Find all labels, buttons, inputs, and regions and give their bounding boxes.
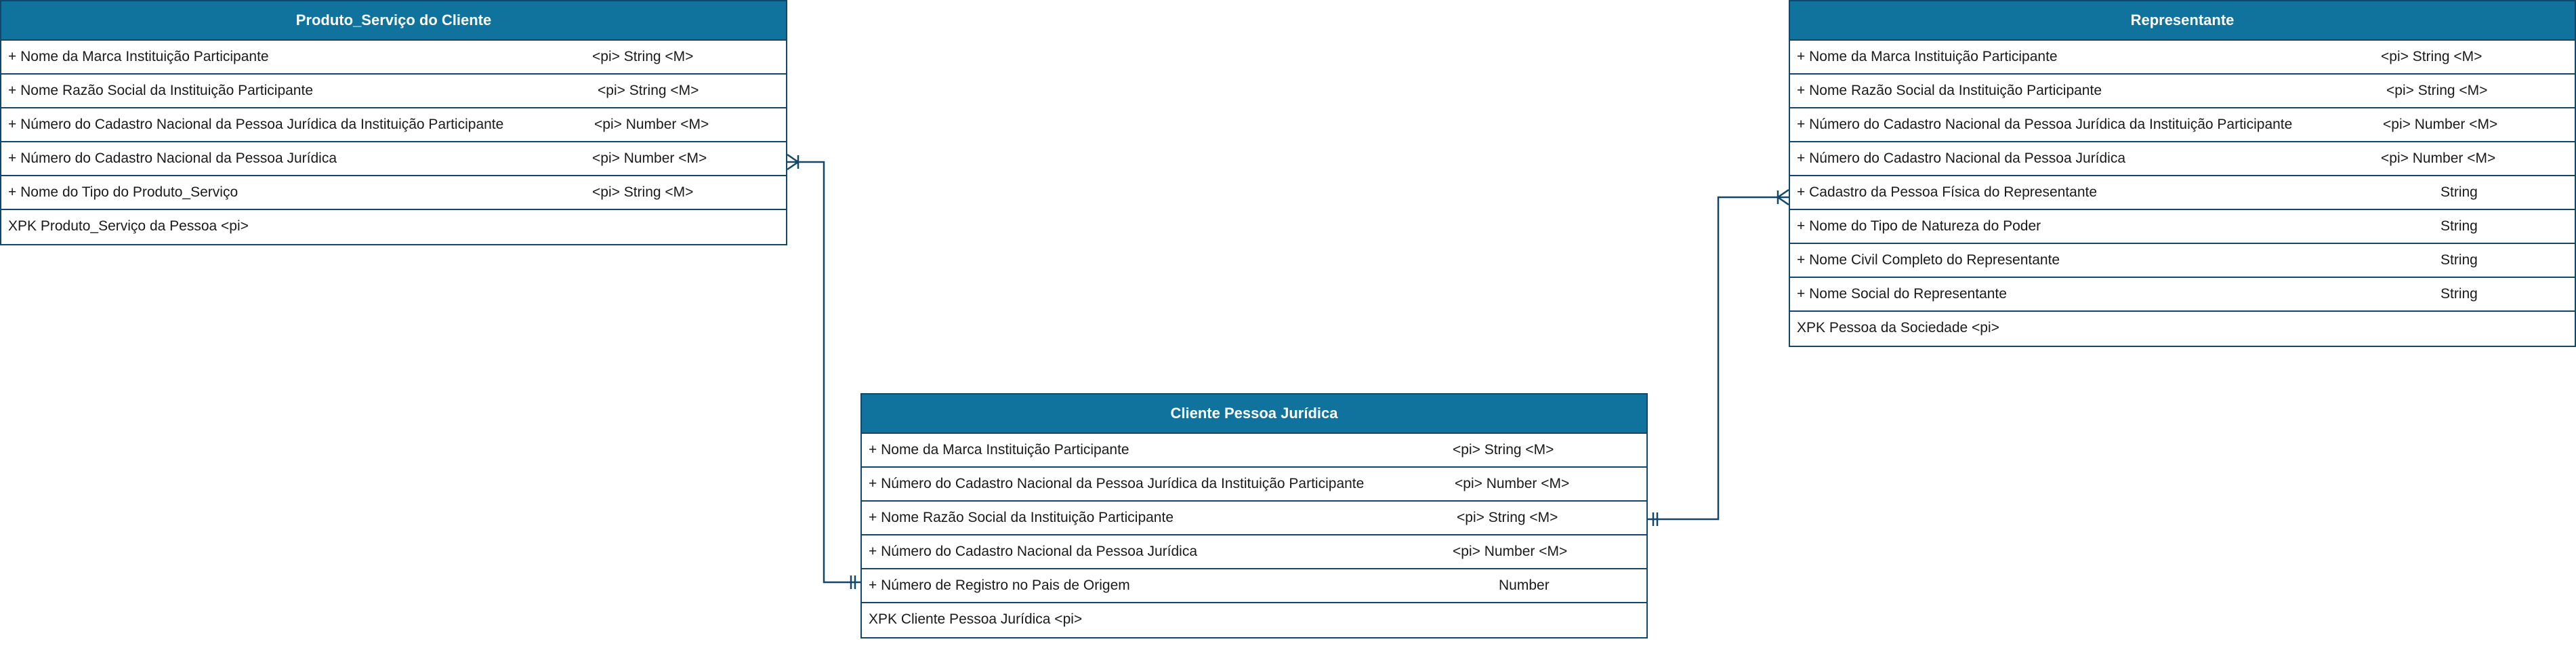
- crows-foot-icon: [1777, 188, 1789, 199]
- relationship-connectors: [787, 153, 1789, 589]
- relationship-line-produto-cliente[interactable]: [787, 161, 860, 584]
- relationship-line-representante-cliente[interactable]: [1648, 196, 1789, 521]
- crows-foot-icon: [1777, 196, 1789, 206]
- crows-foot-icon: [787, 161, 799, 171]
- crows-foot-icon: [787, 153, 799, 163]
